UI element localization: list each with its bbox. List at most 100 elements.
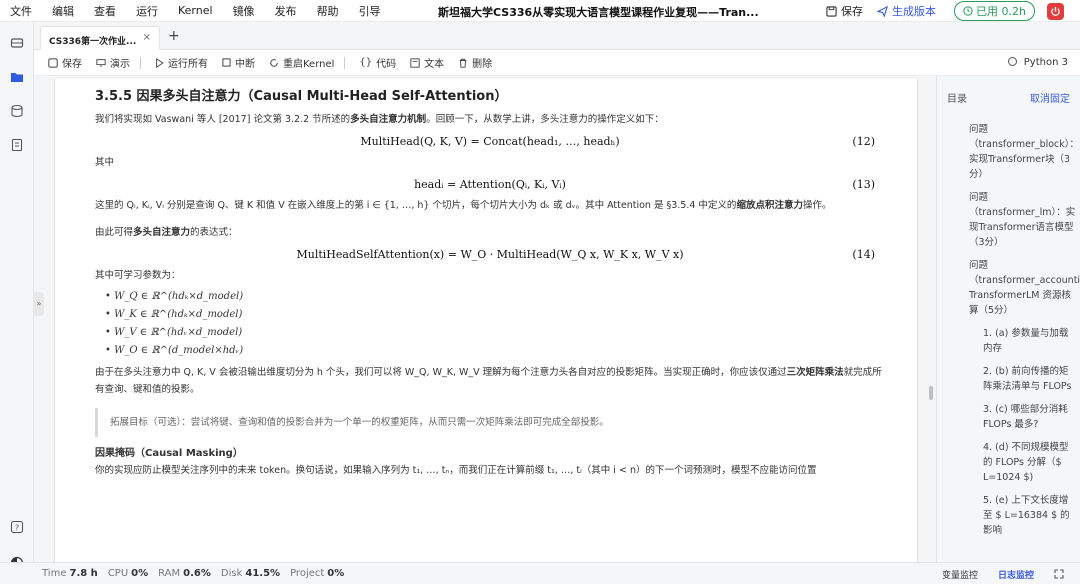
markdown-cell[interactable]: 3.5.5 因果多头自注意力（Causal Multi-Head Self-At… <box>54 79 918 562</box>
toc-title: 目录 <box>947 94 967 105</box>
menu-file[interactable]: 文件 <box>10 3 32 19</box>
svg-text:?: ? <box>15 524 19 533</box>
stretch-goal-quote: 拓展目标（可选）：尝试将键、查询和值的投影合并为一个单一的权重矩阵，从而只需一次… <box>95 408 885 437</box>
menubar: 文件 编辑 查看 运行 Kernel 镜像 发布 帮助 引导 斯坦福大学CS33… <box>0 0 1080 22</box>
left-rail: ? <box>0 22 34 570</box>
paragraph-intro: 我们将实现如 Vaswani 等人 [2017] 论文第 3.2.2 节所述的多… <box>95 114 664 125</box>
toolbar-run-all-label: 运行所有 <box>168 59 208 70</box>
clock-icon <box>963 6 973 16</box>
toolbar-code-label: 代码 <box>376 59 397 70</box>
paragraph-projection: 由于在多头注意力中 Q, K, V 会被沿输出维度切分为 h 个头，我们可以将 … <box>95 367 882 395</box>
log-monitor-button[interactable]: 日志监控 <box>998 568 1034 581</box>
tab-close-icon[interactable]: × <box>143 32 151 43</box>
drive-icon[interactable] <box>10 36 24 50</box>
toolbar-present-label: 演示 <box>110 59 130 70</box>
stop-icon <box>222 58 231 67</box>
generate-version-label: 生成版本 <box>892 5 937 18</box>
status-actions: 变量监控 日志监控 <box>942 563 1080 584</box>
header-actions: 保存 生成版本 已用 0.2h <box>812 0 1080 22</box>
param-list: • W_Q ∈ ℝ^(hdₖ×d_model) • W_K ∈ ℝ^(hdₖ×d… <box>105 288 885 360</box>
toc-subitem[interactable]: 3. (c) 哪些部分消耗 FLOPs 最多? <box>983 402 1077 432</box>
toolbar-interrupt-label: 中断 <box>235 59 255 70</box>
save-icon <box>48 57 58 68</box>
kernel-label: Python 3 <box>1023 57 1068 68</box>
expand-sidebar-handle[interactable]: » <box>34 292 44 316</box>
tab-label: CS336第一次作业... <box>49 37 137 47</box>
toc-item[interactable]: 问题（transformer_accounting）：TransformerLM… <box>969 258 1080 318</box>
menu-view[interactable]: 查看 <box>94 3 116 19</box>
usage-badge: 已用 0.2h <box>954 1 1035 21</box>
usage-label: 已用 0.2h <box>976 5 1026 18</box>
equation-14: MultiHeadSelfAttention(x) = W_O · MultiH… <box>296 248 875 261</box>
new-tab-button[interactable]: + <box>168 28 180 44</box>
menu-help[interactable]: 帮助 <box>317 3 339 19</box>
present-icon <box>96 58 106 67</box>
kernel-status[interactable]: Python 3 <box>1007 57 1068 68</box>
toc-panel: 目录 取消固定 问题（transformer_block）：实现Transfor… <box>936 76 1080 562</box>
toc-unpin-button[interactable]: 取消固定 <box>1030 90 1070 105</box>
play-icon <box>156 57 164 68</box>
folder-icon[interactable] <box>10 70 24 84</box>
toc-subitem[interactable]: 2. (b) 前向传播的矩阵乘法清单与 FLOPs <box>983 364 1077 394</box>
save-top-label: 保存 <box>841 5 864 18</box>
restart-icon <box>270 58 278 67</box>
menu-image[interactable]: 镜像 <box>233 3 255 19</box>
toolbar-restart-button[interactable]: 重启Kernel <box>269 55 334 70</box>
toc-subitem[interactable]: 5. (e) 上下文长度增至 $ L=16384 $ 的影响 <box>983 493 1077 538</box>
kernel-idle-icon <box>1007 57 1017 66</box>
generate-version-button[interactable]: 生成版本 <box>877 3 936 19</box>
menu-edit[interactable]: 编辑 <box>52 3 74 19</box>
send-icon <box>877 5 888 17</box>
scrollbar-thumb[interactable] <box>929 386 933 400</box>
toolbar-delete-button[interactable]: 删除 <box>458 55 492 70</box>
menu-run[interactable]: 运行 <box>136 3 158 19</box>
save-top-button[interactable]: 保存 <box>826 3 863 19</box>
toolbar-save-button[interactable]: 保存 <box>48 55 82 70</box>
list-item: • W_Q ∈ ℝ^(hdₖ×d_model) <box>105 291 244 302</box>
status-bar: Time 7.8 h CPU 0% RAM 0.6% Disk 41.5% Projec… <box>0 562 1080 584</box>
help-icon[interactable]: ? <box>10 520 24 534</box>
status-time: Time 7.8 h <box>42 568 98 579</box>
toolbar-run-all-button[interactable]: 运行所有 <box>155 55 208 70</box>
list-item: • W_O ∈ ℝ^(d_model×hdᵥ) <box>105 345 244 356</box>
menu-publish[interactable]: 发布 <box>275 3 297 19</box>
stop-button[interactable] <box>1047 2 1064 20</box>
toolbar-delete-label: 删除 <box>472 59 493 70</box>
tab-notebook[interactable]: CS336第一次作业... × <box>40 26 160 50</box>
toolbar-text-label: 文本 <box>424 59 445 70</box>
toc-subitem[interactable]: 1. (a) 参数量与加载内存 <box>983 326 1077 356</box>
save-icon <box>826 5 837 17</box>
params-label: 其中可学习参数为： <box>95 270 181 281</box>
variable-monitor-button[interactable]: 变量监控 <box>942 568 978 581</box>
toc-list: 问题（transformer_block）：实现Transformer块（3分）… <box>969 122 1080 546</box>
toolbar-present-button[interactable]: 演示 <box>96 55 130 70</box>
status-ram: RAM 0.6% <box>158 568 211 579</box>
paragraph-causal: 你的实现应防止模型关注序列中的未来 token。换句话说，如果输入序列为 t₁,… <box>95 465 817 476</box>
expand-icon[interactable] <box>1054 569 1064 579</box>
document-title: 斯坦福大学CS336从零实现大语言模型课程作业复现——Tran... <box>438 6 759 19</box>
toolbar-divider <box>140 56 141 69</box>
paragraph-expression: 由此可得多头自注意力的表达式： <box>95 227 238 238</box>
list-item: • W_V ∈ ℝ^(hdᵥ×d_model) <box>105 327 243 338</box>
toc-item[interactable]: 问题（transformer_lm）：实现Transformer语言模型（3分） <box>969 190 1077 250</box>
causal-masking-heading: 因果掩码（Causal Masking） <box>95 448 243 459</box>
toc-subitem[interactable]: 4. (d) 不同规模模型的 FLOPs 分解（$ L=1024 $) <box>983 440 1077 485</box>
equation-13: headᵢ = Attention(Qᵢ, Kᵢ, Vᵢ) (13) <box>414 178 875 191</box>
toolbar-code-button[interactable]: {} 代码 <box>359 55 396 70</box>
notebook-icon[interactable] <box>10 138 24 152</box>
toc-item[interactable]: 问题（transformer_block）：实现Transformer块（3分） <box>969 122 1079 182</box>
toolbar-restart-label: 重启Kernel <box>283 59 335 70</box>
toolbar-save-label: 保存 <box>62 59 82 70</box>
toolbar-text-button[interactable]: 文本 <box>410 55 444 70</box>
menu-guide[interactable]: 引导 <box>359 3 381 19</box>
equation-12: MultiHead(Q, K, V) = Concat(head₁, …, he… <box>360 135 875 148</box>
toolbar-interrupt-button[interactable]: 中断 <box>222 55 255 70</box>
status-cpu: CPU 0% <box>107 568 149 579</box>
main-menu: 文件 编辑 查看 运行 Kernel 镜像 发布 帮助 引导 <box>0 3 401 19</box>
database-icon[interactable] <box>10 104 24 118</box>
text-icon <box>410 57 420 68</box>
section-heading: 3.5.5 因果多头自注意力（Causal Multi-Head Self-At… <box>95 89 508 104</box>
notebook-area: » 3.5.5 因果多头自注意力（Causal Multi-Head Self-… <box>34 76 936 562</box>
cell-content: 3.5.5 因果多头自注意力（Causal Multi-Head Self-At… <box>95 87 885 479</box>
menu-kernel[interactable]: Kernel <box>178 4 213 17</box>
